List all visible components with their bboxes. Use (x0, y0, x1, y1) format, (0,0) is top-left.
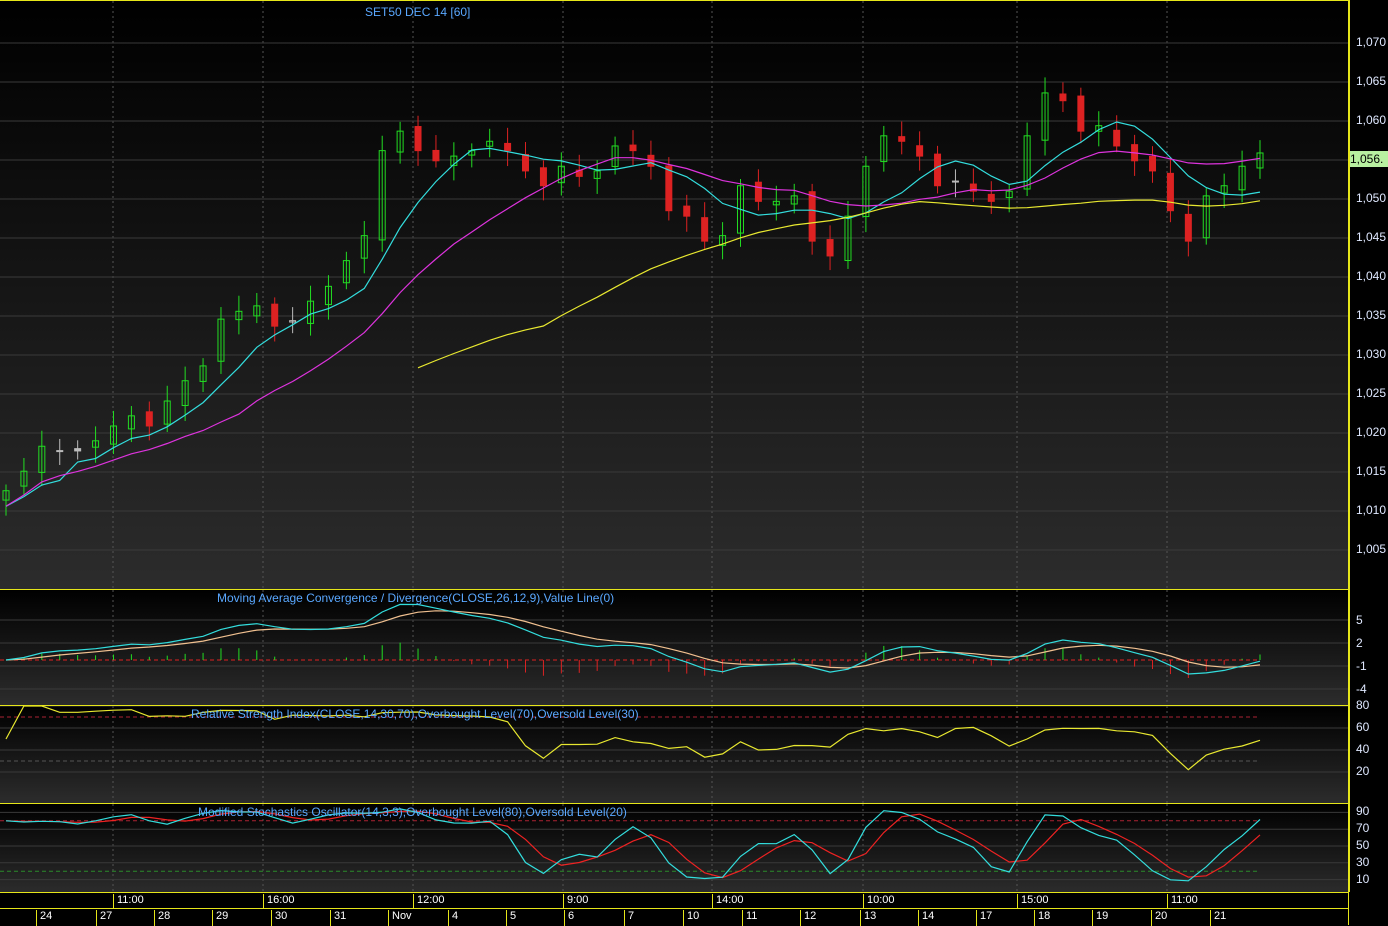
candle-body (826, 239, 834, 257)
macd-svg (0, 590, 1348, 705)
candle-body (74, 448, 82, 452)
macd-tick-label: 5 (1356, 613, 1363, 627)
candle-body (951, 180, 959, 183)
candle-body (683, 205, 691, 217)
price-tick-label: 1,020 (1356, 425, 1387, 439)
stoch-tick-label: 10 (1356, 871, 1370, 886)
time-axis-label: 14:00 (712, 894, 744, 909)
rsi-title: Relative Strength Index(CLOSE,14,30,70),… (191, 707, 639, 721)
stoch-tick-label: 50 (1356, 838, 1370, 852)
time-axis[interactable]: 11:00 16:00 12:00 9:00 14:00 10:00 15:00 11:00 (0, 892, 1349, 909)
candle-body (934, 153, 942, 187)
price-tick-label: 1,060 (1356, 113, 1387, 127)
ma-fast-line (5, 121, 1261, 507)
time-axis-label: 11:00 (1167, 894, 1198, 909)
candle-body (665, 165, 673, 212)
price-tick-label: 1,035 (1356, 308, 1387, 322)
price-tick-label: 1,065 (1356, 74, 1387, 88)
price-chart-panel[interactable]: SET50 DEC 14 [60] (0, 0, 1349, 589)
macd-signal-line (5, 610, 1261, 669)
stoch-tick-label: 90 (1356, 804, 1370, 819)
rsi-panel[interactable]: Relative Strength Index(CLOSE,14,30,70),… (0, 705, 1349, 803)
value-scale[interactable] (1349, 0, 1388, 892)
candle-body (808, 191, 816, 242)
candle-body (987, 193, 995, 202)
date-axis[interactable]: 24 27 28 29 30 31 Nov 4 5 6 7 10 11 12 13 14 17 18 19 20 21 (0, 908, 1349, 926)
macd-tick-label: 2 (1356, 636, 1363, 650)
macd-title: Moving Average Convergence / Divergence(… (217, 591, 615, 605)
price-tick-label: 1,025 (1356, 386, 1387, 400)
price-chart-svg (0, 1, 1348, 589)
candle-body (898, 136, 906, 142)
candle-body (701, 217, 709, 242)
candle-body (56, 450, 64, 453)
macd-panel[interactable]: Moving Average Convergence / Divergence(… (0, 589, 1349, 705)
candle-body (271, 303, 279, 327)
stochastic-title: Modified Stochastics Oscillator(14,3,3),… (198, 805, 627, 819)
candle-body (1113, 129, 1121, 147)
candle-body (1149, 155, 1157, 172)
last-price-label: 1,056. (1350, 151, 1388, 167)
candle-body (916, 145, 924, 157)
candle-body (754, 181, 762, 202)
candle-body (522, 153, 530, 172)
macd-tick-label: -1 (1356, 659, 1367, 673)
time-axis-label: 16:00 (263, 894, 295, 909)
price-tick-label: 1,030 (1356, 347, 1387, 361)
candle-body (414, 126, 422, 152)
candle-body (504, 142, 512, 152)
rsi-tick-label: 60 (1356, 720, 1370, 734)
stoch-tick-label: 70 (1356, 821, 1370, 836)
stoch-tick-label: 30 (1356, 854, 1370, 869)
candle-body (629, 144, 637, 152)
candle-body (539, 167, 547, 187)
price-tick-label: 1,045 (1356, 230, 1387, 244)
chart-title: SET50 DEC 14 [60] (365, 5, 471, 19)
rsi-tick-label: 40 (1356, 742, 1370, 756)
price-tick-label: 1,050 (1356, 191, 1387, 205)
time-axis-label: 12:00 (413, 894, 445, 909)
price-tick-label: 1,010 (1356, 503, 1387, 517)
price-tick-label: 1,040 (1356, 269, 1387, 283)
price-tick-label: 1,005 (1356, 542, 1387, 556)
candle-body (1077, 95, 1085, 132)
time-axis-label: 9:00 (563, 894, 588, 909)
candle-body (1184, 213, 1192, 242)
stochastic-panel[interactable]: Modified Stochastics Oscillator(14,3,3),… (0, 803, 1349, 893)
candle-body (1166, 172, 1174, 212)
macd-tick-label: -4 (1356, 682, 1367, 696)
time-axis-label: 15:00 (1017, 894, 1049, 909)
ma-slow-line (417, 199, 1261, 369)
candle-body (432, 149, 440, 162)
price-tick-label: 1,015 (1356, 464, 1387, 478)
candle-body (1059, 93, 1067, 102)
rsi-tick-label: 20 (1356, 764, 1370, 778)
rsi-tick-label: 80 (1356, 698, 1370, 712)
candle-body (145, 411, 153, 427)
price-tick-label: 1,070 (1356, 35, 1387, 49)
time-axis-label: 10:00 (863, 894, 895, 909)
time-axis-label: 11:00 (113, 894, 144, 909)
